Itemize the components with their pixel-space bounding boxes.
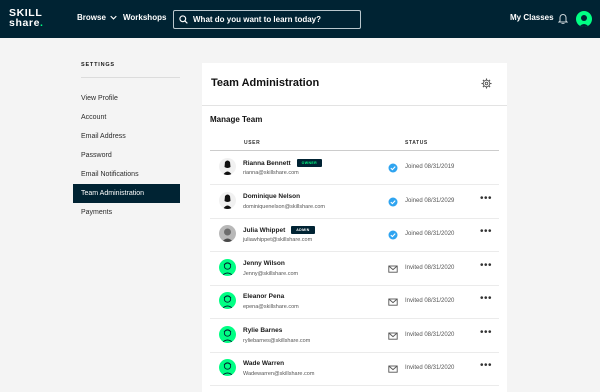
member-name: Jenny Wilson: [243, 259, 285, 267]
envelope-icon: [388, 265, 398, 273]
section-title: Manage Team: [210, 115, 263, 124]
skillshare-logo[interactable]: SKILL share.: [9, 8, 44, 29]
role-badge: ADMIN: [291, 226, 315, 234]
card-divider: [202, 105, 507, 106]
settings-sidebar: SETTINGS View Profile Account Email Addr…: [73, 60, 180, 222]
logo-line-2: share: [9, 17, 41, 29]
member-email: dominiquenelson@skillshare.com: [243, 203, 326, 210]
member-avatar: [219, 359, 236, 376]
table-row: Rianna Bennett OWNER rianna@skillshare.com…: [210, 151, 499, 185]
avatar-illustration-icon: [221, 261, 234, 276]
member-email: rianna@skillshare.com: [243, 170, 299, 176]
member-name: Rianna Bennett: [243, 159, 291, 167]
member-avatar: [219, 158, 236, 175]
member-name-line: Rylie Barnes: [243, 327, 282, 334]
workshops-link[interactable]: Workshops: [123, 13, 166, 22]
bell-icon[interactable]: [558, 13, 568, 24]
check-circle-icon: [388, 163, 398, 173]
member-name-line: Dominique Nelson: [243, 193, 300, 200]
chevron-down-icon: [110, 15, 117, 20]
member-email: Jenny@skillshare.com: [243, 270, 299, 277]
more-options-button[interactable]: •••: [480, 193, 492, 204]
member-name-line: Rianna Bennett OWNER: [243, 159, 323, 167]
search-icon: [179, 15, 188, 24]
member-avatar: [219, 258, 236, 276]
member-status: Joined 08/31/2019: [405, 164, 455, 170]
browse-menu[interactable]: Browse: [77, 13, 117, 22]
portrait-photo-icon: [223, 160, 232, 175]
sidebar-item-payments[interactable]: Payments: [73, 203, 180, 222]
sidebar-item-password[interactable]: Password: [73, 146, 180, 165]
more-options-button[interactable]: •••: [480, 294, 492, 304]
sidebar-item-email-address[interactable]: Email Address: [73, 127, 180, 146]
top-nav: SKILL share. Browse Workshops What do yo…: [0, 0, 600, 38]
member-name: Eleanor Pena: [243, 293, 285, 300]
column-header-status: STATUS: [405, 140, 428, 146]
check-circle-icon: [388, 230, 398, 240]
portrait-photo-icon: [222, 228, 233, 242]
role-badge: OWNER: [296, 159, 323, 167]
more-options-button[interactable]: •••: [480, 260, 492, 271]
member-status: Invited 08/31/2020: [405, 365, 455, 371]
page-title: Team Administration: [211, 77, 320, 89]
member-name-line: Julia Whippet ADMIN: [243, 226, 315, 234]
member-status: Invited 08/31/2020: [405, 264, 455, 271]
member-avatar: [219, 325, 236, 343]
member-email: ryliebarnes@skillshare.com: [243, 337, 311, 344]
table-row: Wade Warren Wadewarren@skillshare.com Invi…: [210, 352, 499, 386]
envelope-icon: [388, 298, 398, 306]
member-status: Joined 08/31/2029: [405, 197, 455, 204]
team-admin-card: Team Administration Manage Team USER STA…: [202, 63, 507, 392]
column-header-user: USER: [244, 140, 261, 146]
search-placeholder: What do you want to learn today?: [193, 15, 321, 24]
member-email: epena@skillshare.com: [243, 304, 299, 310]
member-name-line: Wade Warren: [243, 360, 284, 367]
member-avatar: [219, 191, 236, 209]
table-row: Jenny Wilson Jenny@skillshare.com Invited …: [210, 252, 499, 286]
member-status: Joined 08/31/2020: [405, 231, 455, 237]
more-options-button[interactable]: •••: [480, 361, 492, 371]
avatar-illustration-icon: [221, 362, 234, 376]
envelope-icon: [388, 332, 398, 340]
more-options-button[interactable]: •••: [480, 227, 492, 237]
member-email: Wadewarren@skillshare.com: [243, 371, 315, 377]
my-classes-link[interactable]: My Classes: [510, 13, 554, 22]
table-row: Julia Whippet ADMIN juliawhippet@skillshar…: [210, 218, 499, 252]
table-row: Rylie Barnes ryliebarnes@skillshare.com In…: [210, 319, 499, 353]
member-status: Invited 08/31/2020: [405, 298, 455, 304]
search-input[interactable]: What do you want to learn today?: [173, 10, 361, 29]
sidebar-item-view-profile[interactable]: View Profile: [73, 89, 180, 108]
table-row: Dominique Nelson dominiquenelson@skillsha…: [210, 185, 499, 219]
portrait-photo-icon: [223, 194, 232, 209]
sidebar-item-email-notifications[interactable]: Email Notifications: [73, 165, 180, 184]
avatar-illustration-icon: [221, 328, 234, 343]
member-avatar: [219, 225, 236, 242]
browse-label: Browse: [77, 13, 106, 22]
member-name-line: Jenny Wilson: [243, 260, 285, 267]
sidebar-item-account[interactable]: Account: [73, 108, 180, 127]
logo-dot: .: [40, 17, 44, 29]
member-name-line: Eleanor Pena: [243, 293, 284, 300]
member-name: Julia Whippet: [243, 226, 286, 234]
more-options-button[interactable]: •••: [480, 327, 492, 338]
member-name: Rylie Barnes: [243, 326, 283, 334]
envelope-icon: [388, 365, 398, 373]
member-status: Invited 08/31/2020: [405, 331, 455, 338]
member-email: juliawhippet@skillshare.com: [243, 237, 313, 243]
gear-icon[interactable]: [481, 78, 492, 89]
check-circle-icon: [388, 197, 398, 206]
avatar-illustration-icon: [579, 15, 589, 27]
member-name: Dominique Nelson: [243, 192, 301, 200]
avatar-illustration-icon: [221, 295, 234, 309]
sidebar-item-team-administration[interactable]: Team Administration: [73, 184, 180, 203]
user-avatar[interactable]: [576, 11, 592, 27]
table-row: Eleanor Pena epena@skillshare.com Invited …: [210, 285, 499, 319]
settings-heading: SETTINGS: [81, 62, 115, 68]
member-name: Wade Warren: [243, 360, 285, 367]
member-avatar: [219, 292, 236, 309]
